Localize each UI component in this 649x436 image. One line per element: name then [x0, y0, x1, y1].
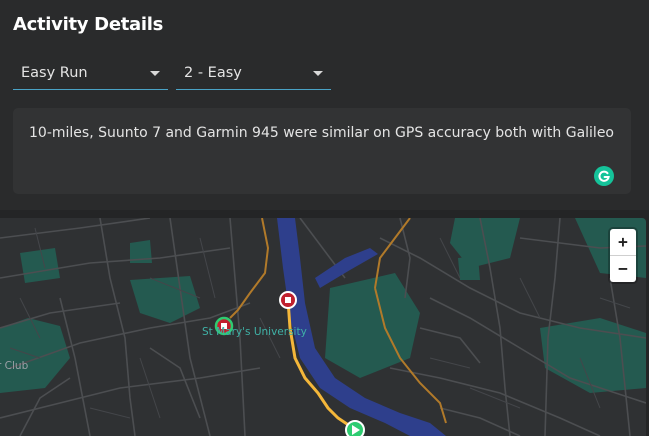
zoom-in-button[interactable]: +: [610, 229, 636, 255]
map-label-university: St Mary's University: [202, 326, 307, 338]
activity-type-value: Easy Run: [21, 65, 88, 81]
notes-textarea[interactable]: 10-miles, Suunto 7 and Garmin 945 were s…: [13, 108, 631, 194]
road-network: [0, 218, 646, 436]
route-map[interactable]: St Mary's University r Club: [0, 218, 646, 436]
effort-value: 2 - Easy: [184, 65, 242, 81]
chevron-down-icon: [313, 71, 323, 76]
effort-select[interactable]: 2 - Easy: [176, 58, 331, 90]
activity-details-panel: Activity Details Easy Run 2 - Easy 10-mi…: [0, 0, 649, 210]
chevron-down-icon: [150, 71, 160, 76]
zoom-out-button[interactable]: −: [610, 256, 636, 282]
grammarly-icon[interactable]: [594, 166, 614, 186]
stop-marker-1: [279, 291, 297, 309]
activity-type-select[interactable]: Easy Run: [13, 58, 168, 90]
page-title: Activity Details: [13, 14, 164, 35]
start-marker: [345, 420, 365, 436]
map-label-club: r Club: [0, 360, 29, 372]
minor-roads: [9, 227, 631, 419]
zoom-control: + −: [610, 229, 636, 282]
